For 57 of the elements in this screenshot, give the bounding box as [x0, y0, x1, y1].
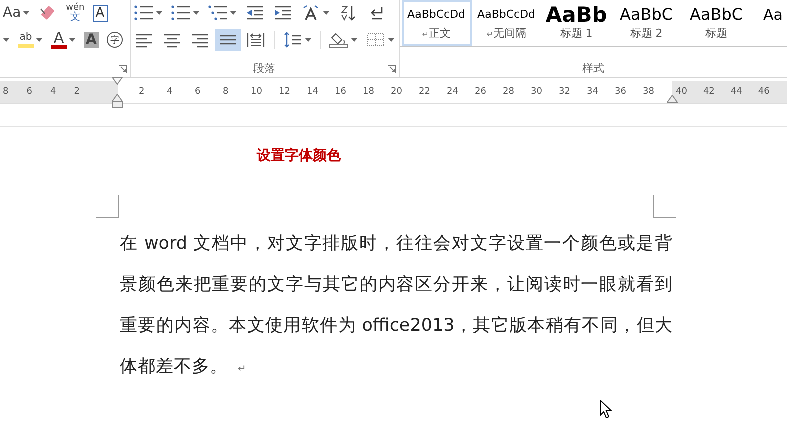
borders-icon	[366, 32, 386, 48]
ruler-number: 24	[447, 87, 460, 97]
dialog-launcher-icon[interactable]	[118, 65, 127, 73]
ruler-number: 44	[730, 87, 742, 97]
ruler-number: 38	[643, 87, 656, 97]
ruler-number: 4	[50, 87, 56, 97]
ruler-number: 6	[26, 87, 32, 97]
right-icon	[190, 32, 210, 48]
ruler-number: 42	[703, 87, 715, 97]
multilevel-icon	[208, 5, 228, 21]
ruler-number: 10	[251, 87, 264, 97]
ruler-number: 34	[587, 87, 600, 97]
numbering-icon	[170, 5, 191, 21]
center-icon	[162, 32, 182, 48]
mouse-pointer-icon	[600, 400, 612, 419]
ruler-number: 6	[195, 87, 202, 97]
ruler-number: 36	[615, 87, 628, 97]
hanging-indent-marker[interactable]	[112, 94, 123, 108]
ruler-number: 4	[167, 87, 174, 97]
character-shading-button[interactable]: A	[81, 29, 102, 51]
ruler-number: 30	[531, 87, 544, 97]
ruler-number: 8	[223, 87, 230, 97]
group-label: 段落	[254, 60, 276, 76]
justify-button[interactable]	[214, 29, 241, 51]
font-color-button[interactable]: A	[48, 29, 79, 51]
margin-corner-mark	[96, 195, 119, 218]
highlight-button[interactable]: ab	[15, 29, 46, 51]
shading-icon	[328, 32, 349, 48]
left-icon	[134, 32, 154, 48]
outdent-icon	[244, 5, 265, 21]
margin-corner-mark	[653, 195, 676, 218]
distributed-icon	[246, 32, 266, 48]
right-indent-marker[interactable]	[667, 95, 678, 103]
body-paragraph: 在 word 文档中，对文字排版时，往往会对文字设置一个颜色或是背景颜色来把重要的文字与其它的内容区分开来，让阅读时一眼就看到重要的内容。本文使用软件为 office2013，其它版本稍有不同，但大体都差不多。 ↵	[120, 233, 673, 379]
phonetic-guide-button[interactable]: wén 文	[63, 2, 88, 24]
ruler-number: 18	[363, 87, 376, 97]
ruler-number: 22	[419, 87, 432, 97]
ruler-number: 20	[391, 87, 404, 97]
group-label: 样式	[582, 60, 604, 76]
document-heading: 设置字体颜色	[257, 147, 341, 165]
ruler-number: 46	[758, 87, 770, 97]
ruler-number: 16	[335, 87, 348, 97]
indent-icon	[272, 5, 293, 21]
spacing-icon	[282, 32, 303, 48]
dialog-launcher-icon[interactable]	[388, 65, 396, 73]
ruler-number: 12	[279, 87, 292, 97]
ruler-number: 32	[559, 87, 572, 97]
ruler-number: 28	[503, 87, 516, 97]
ruler-number: 2	[74, 87, 80, 97]
style-item[interactable]: AaBbCcDd ↵正文	[402, 0, 472, 46]
ruler-number: 8	[3, 87, 9, 97]
bullets-icon	[134, 5, 154, 21]
ruler-number: 26	[475, 87, 488, 97]
change-case-button[interactable]: Aa	[0, 2, 34, 24]
ruler-number: 14	[307, 87, 320, 97]
ruler-number: 40	[676, 87, 688, 97]
ruler-number: 2	[139, 87, 146, 97]
